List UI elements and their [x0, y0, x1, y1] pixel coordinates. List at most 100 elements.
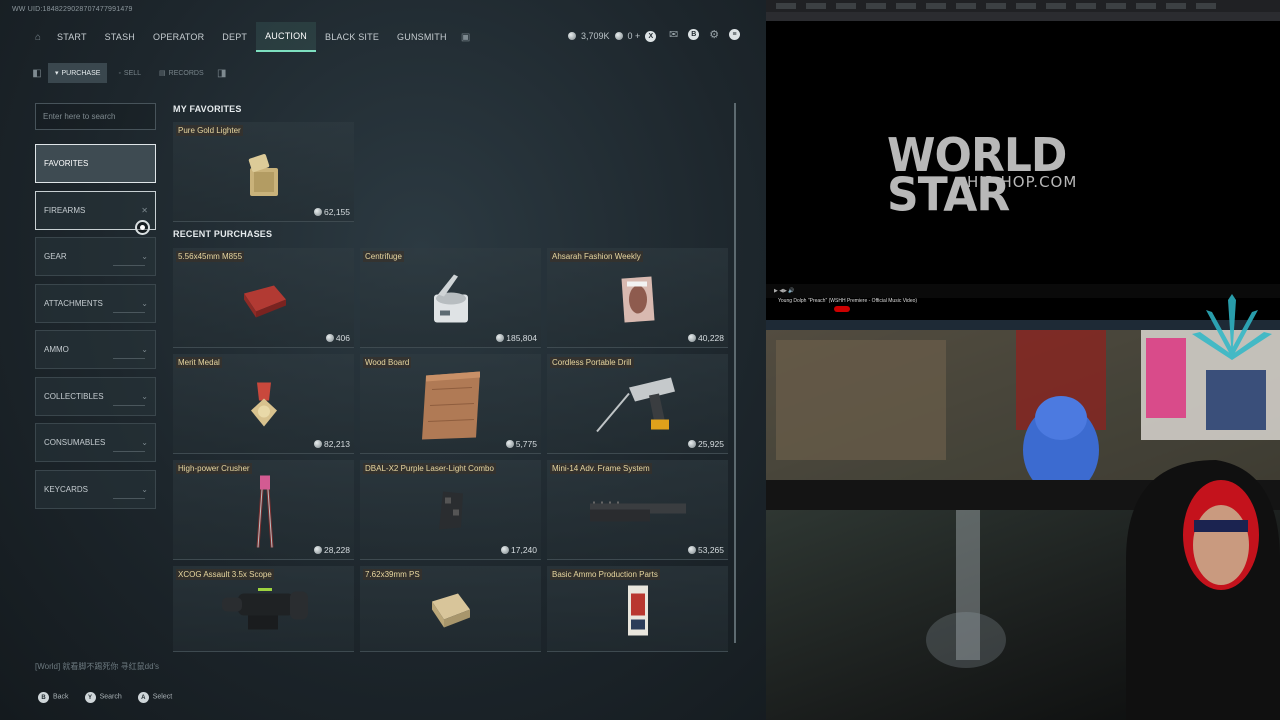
item-price: 62,155	[314, 207, 350, 217]
item-card[interactable]: 5.56x45mm M855 406	[173, 248, 354, 348]
subtab-purchase[interactable]: ▾ PURCHASE	[48, 63, 108, 83]
tab-start[interactable]: START	[48, 22, 96, 52]
x-button-icon[interactable]: X	[645, 30, 657, 42]
subtab-sell[interactable]: ◦ SELL	[111, 63, 148, 83]
lb-icon[interactable]: ◧	[30, 59, 44, 87]
category-gear[interactable]: GEAR ⌄	[35, 237, 156, 276]
category-favorites[interactable]: FAVORITES	[35, 144, 156, 183]
parts-icon	[626, 583, 650, 642]
item-card[interactable]: High-power Crusher 28,228	[173, 460, 354, 560]
category-label: GEAR	[44, 252, 67, 261]
back-action[interactable]: B Back	[38, 692, 69, 703]
scrollbar-thumb[interactable]	[734, 103, 736, 643]
search-label: Search	[99, 693, 122, 701]
magazine-icon	[621, 276, 655, 329]
gamepad-button-icon[interactable]: B	[688, 29, 700, 40]
video-player[interactable]: WORLD STAR HIP HOP.COM	[766, 22, 1280, 284]
sub-tabs: ◧ ▾ PURCHASE ◦ SELL ▤ RECORDS ◨	[30, 63, 229, 83]
sell-icon: ◦	[118, 69, 121, 77]
b-button-icon: B	[38, 692, 49, 703]
item-card[interactable]: Ahsarah Fashion Weekly 40,228	[547, 248, 728, 348]
scope-icon	[218, 583, 310, 642]
item-card[interactable]: Pure Gold Lighter 62,155	[173, 122, 354, 222]
category-sidebar: FAVORITES FIREARMS ✕ GEAR ⌄ ATTACHMENTS ⌄ A…	[35, 144, 156, 516]
category-consumables[interactable]: CONSUMABLES ⌄	[35, 423, 156, 462]
wood-board-icon	[418, 370, 484, 447]
coin-icon	[325, 334, 334, 342]
webcam-scene	[766, 330, 1280, 720]
item-card[interactable]: Mini-14 Adv. Frame System 53,265	[547, 460, 728, 560]
item-price: 406	[325, 333, 350, 343]
settings-icon[interactable]: ⚙	[709, 28, 719, 41]
item-name: Basic Ammo Production Parts	[550, 569, 660, 580]
subtab-records-label: RECORDS	[168, 69, 204, 77]
tab-auction[interactable]: AUCTION	[256, 22, 317, 52]
coin-icon	[568, 32, 576, 40]
subscribe-button[interactable]	[834, 306, 850, 312]
item-card[interactable]: 7.62x39mm PS	[360, 566, 541, 652]
item-name: Ahsarah Fashion Weekly	[550, 251, 643, 262]
tab-operator[interactable]: OPERATOR	[144, 22, 213, 52]
search-action[interactable]: Y Search	[84, 692, 122, 703]
item-name: Pure Gold Lighter	[176, 125, 243, 136]
browser-tab-strip[interactable]	[766, 0, 1280, 12]
tab-dept[interactable]: DEPT	[213, 22, 256, 52]
item-card[interactable]: Merit Medal 82,213	[173, 354, 354, 454]
item-price-value: 62,155	[324, 207, 350, 217]
chevron-down-icon: ⌄	[141, 252, 148, 261]
select-action[interactable]: A Select	[137, 692, 173, 703]
scrollbar[interactable]	[734, 103, 736, 643]
coin-icon	[688, 546, 696, 554]
category-ammo[interactable]: AMMO ⌄	[35, 330, 156, 369]
cannabis-leaf-icon	[1192, 294, 1272, 360]
chevron-down-icon: ⌄	[141, 484, 148, 494]
search-input[interactable]	[35, 103, 156, 130]
a-button-icon: A	[137, 692, 149, 703]
menu-icon[interactable]: ≡	[729, 29, 741, 40]
rail-icon	[588, 500, 688, 529]
logo-sub: HIP HOP.COM	[967, 173, 1078, 191]
category-collectibles[interactable]: COLLECTIBLES ⌄	[35, 376, 156, 416]
item-price: 53,265	[688, 545, 724, 555]
tab-black-site[interactable]: BLACK SITE	[316, 22, 388, 52]
rb-icon[interactable]: ◨	[215, 59, 229, 87]
video-title: Young Dolph "Preach" (WSHH Premiere - Of…	[778, 298, 918, 304]
category-attachments[interactable]: ATTACHMENTS ⌄	[35, 283, 156, 323]
category-label: KEYCARDS	[44, 484, 89, 494]
coin-icon	[496, 334, 505, 342]
home-icon[interactable]: ⌂	[28, 23, 48, 51]
lighter-icon	[248, 154, 278, 197]
item-card[interactable]: XCOG Assault 3.5x Scope	[173, 566, 354, 652]
browser-window: WORLD STAR HIP HOP.COM ▶ ◀▶ 🔊 Young Dolp…	[766, 0, 1280, 330]
coin-icon	[505, 440, 514, 448]
cart-icon: ▾	[55, 70, 59, 77]
subtab-sell-label: SELL	[123, 69, 142, 77]
category-keycards[interactable]: KEYCARDS ⌄	[35, 469, 156, 509]
item-price-value: 40,228	[698, 333, 724, 343]
coin-icon	[688, 440, 696, 448]
next-tab-icon[interactable]: ▣	[456, 23, 476, 51]
crusher-icon	[252, 474, 276, 555]
category-label: FAVORITES	[44, 159, 89, 168]
game-window: WW UID:1848229028707477991479 ⌂ START ST…	[0, 0, 766, 720]
item-card[interactable]: DBAL-X2 Purple Laser-Light Combo 17,240	[360, 460, 541, 560]
item-card[interactable]: Cordless Portable Drill 25,925	[547, 354, 728, 454]
address-bar[interactable]	[766, 12, 1280, 21]
tab-gunsmith[interactable]: GUNSMITH	[388, 22, 456, 52]
mail-icon[interactable]: ✉	[669, 28, 678, 41]
records-icon: ▤	[159, 70, 166, 77]
item-card[interactable]: Centrifuge 185,804	[360, 248, 541, 348]
favorites-heading: MY FAVORITES	[173, 104, 242, 114]
coin-icon	[688, 334, 696, 342]
item-card[interactable]: Wood Board 5,775	[360, 354, 541, 454]
coin-icon	[501, 546, 509, 554]
select-label: Select	[152, 693, 173, 701]
tab-stash[interactable]: STASH	[96, 22, 144, 52]
item-card[interactable]: Basic Ammo Production Parts	[547, 566, 728, 652]
item-price: 40,228	[688, 333, 724, 343]
item-name: XCOG Assault 3.5x Scope	[176, 569, 274, 580]
webcam-feed	[766, 330, 1280, 720]
item-name: Centrifuge	[363, 251, 404, 262]
item-name: 5.56x45mm M855	[176, 251, 245, 262]
subtab-records[interactable]: ▤ RECORDS	[152, 63, 211, 83]
